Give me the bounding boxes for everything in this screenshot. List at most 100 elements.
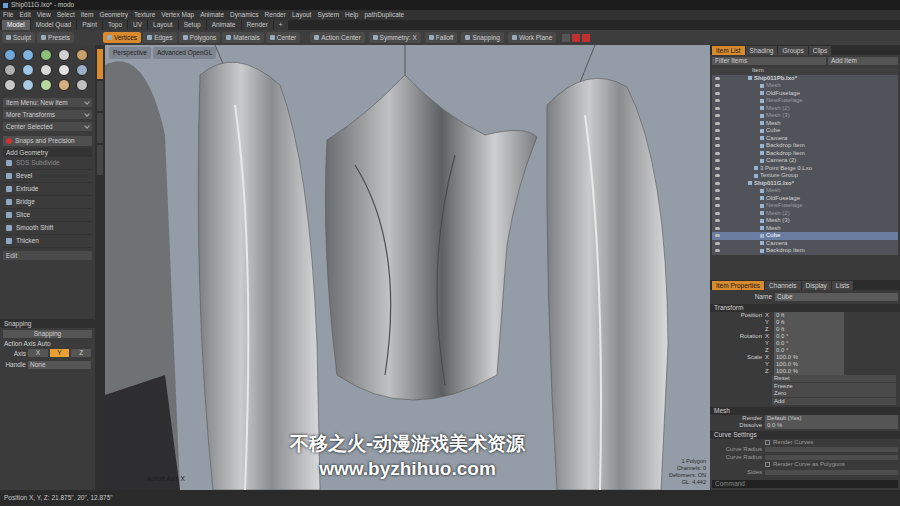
delete-icon[interactable] bbox=[582, 34, 590, 42]
transform-menu[interactable]: Add bbox=[772, 398, 896, 405]
menu-item[interactable]: Layout bbox=[292, 10, 312, 20]
menu-item[interactable]: System bbox=[317, 10, 339, 20]
menu-item[interactable]: Geometry bbox=[99, 10, 128, 20]
menu-item[interactable]: Dynamics bbox=[230, 10, 259, 20]
mode-button[interactable]: Center bbox=[266, 32, 301, 43]
layout-tab[interactable]: Paint bbox=[77, 20, 102, 30]
curve-field[interactable] bbox=[765, 447, 898, 452]
tool-icon[interactable] bbox=[4, 49, 16, 61]
panel-tab[interactable]: Clips bbox=[809, 46, 831, 55]
value-field[interactable]: 100.0 % bbox=[774, 354, 844, 361]
tool-icon[interactable] bbox=[58, 79, 70, 91]
eye-icon[interactable] bbox=[715, 174, 720, 177]
tree-row[interactable]: Camera bbox=[712, 135, 898, 143]
tree-row[interactable]: Mesh bbox=[712, 82, 898, 90]
value-field[interactable]: 0.0 ° bbox=[774, 347, 844, 354]
menu-item[interactable]: Vertex Map bbox=[161, 10, 194, 20]
tool-icon[interactable] bbox=[4, 64, 16, 76]
tree-row[interactable]: Mesh bbox=[712, 187, 898, 195]
eye-icon[interactable] bbox=[715, 99, 720, 102]
checkbox[interactable] bbox=[765, 462, 770, 467]
layout-tab[interactable]: Model bbox=[2, 20, 30, 30]
eye-icon[interactable] bbox=[715, 204, 720, 207]
record-icon[interactable] bbox=[562, 34, 570, 42]
menu-item[interactable]: Texture bbox=[134, 10, 155, 20]
tool-icon[interactable] bbox=[76, 64, 88, 76]
tree-row[interactable]: Mesh (3) bbox=[712, 112, 898, 120]
value-field[interactable]: 0.0 ° bbox=[774, 340, 844, 347]
vertical-tab[interactable] bbox=[97, 49, 103, 79]
layout-tab[interactable]: UV bbox=[128, 20, 147, 30]
viewport-tab[interactable]: Perspective bbox=[109, 47, 151, 59]
mesh-header[interactable]: Mesh bbox=[710, 407, 900, 415]
toolbar-button[interactable]: Presets bbox=[37, 32, 74, 43]
tool-icon[interactable] bbox=[58, 49, 70, 61]
tool-button[interactable]: Slice bbox=[3, 209, 92, 222]
layout-tab[interactable]: Topo bbox=[103, 20, 127, 30]
tool-button[interactable]: Smooth Shift bbox=[3, 222, 92, 235]
value-field[interactable]: 0.0 ° bbox=[774, 333, 844, 340]
snaps-button[interactable]: Snaps and Precision bbox=[3, 136, 92, 146]
eye-icon[interactable] bbox=[715, 227, 720, 230]
tree-row[interactable]: Mesh bbox=[712, 225, 898, 233]
tree-row[interactable]: Backdrop Item bbox=[712, 142, 898, 150]
mesh-value[interactable]: Default (Yes) bbox=[765, 415, 898, 422]
menu-item[interactable]: View bbox=[37, 10, 51, 20]
tree-row[interactable]: Mesh (3) bbox=[712, 217, 898, 225]
add-icon[interactable] bbox=[572, 34, 580, 42]
tree-row[interactable]: Backdrop Item bbox=[712, 247, 898, 255]
mode-button[interactable]: Edges bbox=[143, 32, 176, 43]
panel-dropdown[interactable]: Center Selected bbox=[3, 122, 92, 131]
layout-tab[interactable]: + bbox=[274, 20, 288, 30]
panel-tab[interactable]: Lists bbox=[832, 281, 853, 290]
eye-icon[interactable] bbox=[715, 144, 720, 147]
tree-row[interactable]: 3 Point Beige 0.Lxo bbox=[712, 165, 898, 173]
tree-row[interactable]: Ship011Pb.lxo* bbox=[712, 75, 898, 83]
transform-header[interactable]: Transform bbox=[710, 304, 900, 312]
option-button[interactable]: Falloff bbox=[425, 32, 458, 43]
eye-icon[interactable] bbox=[715, 114, 720, 117]
eye-icon[interactable] bbox=[715, 107, 720, 110]
add-item-button[interactable]: Add Item bbox=[828, 57, 898, 65]
tree-row[interactable]: Mesh (2) bbox=[712, 105, 898, 113]
tool-icon[interactable] bbox=[22, 64, 34, 76]
tool-icon[interactable] bbox=[76, 49, 88, 61]
menu-item[interactable]: Select bbox=[57, 10, 75, 20]
axis-option[interactable]: Y bbox=[50, 349, 70, 357]
panel-tab[interactable]: Groups bbox=[778, 46, 807, 55]
eye-icon[interactable] bbox=[715, 92, 720, 95]
axis-option[interactable]: X bbox=[28, 349, 48, 357]
tree-row[interactable]: Texture Group bbox=[712, 172, 898, 180]
menu-item[interactable]: Animate bbox=[200, 10, 224, 20]
menu-item[interactable]: File bbox=[3, 10, 13, 20]
tool-icon[interactable] bbox=[58, 64, 70, 76]
mode-button[interactable]: Materials bbox=[222, 32, 263, 43]
menu-item[interactable]: Help bbox=[345, 10, 358, 20]
tree-row[interactable]: NewFuselage bbox=[712, 97, 898, 105]
transform-menu[interactable]: Freeze bbox=[772, 383, 896, 390]
eye-icon[interactable] bbox=[715, 197, 720, 200]
eye-icon[interactable] bbox=[715, 249, 720, 252]
tool-icon[interactable] bbox=[40, 79, 52, 91]
tree-row[interactable]: Camera (2) bbox=[712, 157, 898, 165]
name-field[interactable]: Cube bbox=[775, 293, 898, 301]
tool-icon[interactable] bbox=[22, 79, 34, 91]
menu-item[interactable]: Item bbox=[81, 10, 94, 20]
handle-select[interactable]: None bbox=[28, 361, 91, 369]
command-field[interactable]: Command bbox=[712, 480, 898, 488]
value-field[interactable]: 0 ft bbox=[774, 312, 844, 319]
curve-header[interactable]: Curve Settings bbox=[710, 431, 900, 439]
tree-row[interactable]: OldFuselage bbox=[712, 195, 898, 203]
eye-icon[interactable] bbox=[715, 189, 720, 192]
mesh-value[interactable]: 0.0 % bbox=[765, 422, 898, 429]
mode-button[interactable]: Vertices bbox=[103, 32, 141, 43]
value-field[interactable]: 100.0 % bbox=[774, 368, 844, 375]
tree-row[interactable]: NewFuselage bbox=[712, 202, 898, 210]
option-button[interactable]: Snapping bbox=[461, 32, 503, 43]
curve-field[interactable] bbox=[765, 470, 898, 475]
panel-tab[interactable]: Item List bbox=[712, 46, 745, 55]
eye-icon[interactable] bbox=[715, 77, 720, 80]
menu-item[interactable]: pathDuplicate bbox=[364, 10, 404, 20]
snapping-field[interactable]: Snapping bbox=[3, 330, 92, 338]
transform-menu[interactable]: Reset bbox=[772, 375, 896, 382]
